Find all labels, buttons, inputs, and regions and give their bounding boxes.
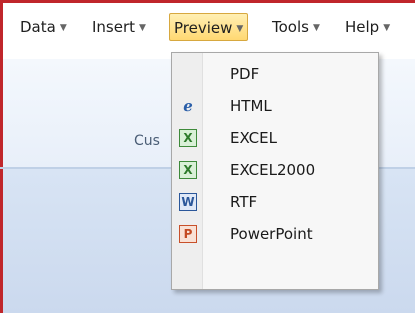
menu-insert-label: Insert [92, 18, 136, 36]
preview-dropdown-menu: PDF ℯ HTML X EXCEL X EXCEL2000 W RTF P P… [171, 52, 379, 290]
chevron-down-icon: ▼ [236, 24, 244, 34]
menu-tools-label: Tools [272, 18, 309, 36]
chevron-down-icon: ▼ [139, 23, 146, 33]
menu-item-label: PowerPoint [230, 225, 313, 243]
chevron-down-icon: ▼ [59, 23, 67, 33]
excel-icon: X [179, 129, 197, 147]
menu-item-powerpoint[interactable]: P PowerPoint [172, 218, 378, 250]
menu-preview-label: Preview [174, 19, 233, 37]
menu-insert[interactable]: Insert ▼ [88, 13, 150, 41]
html-icon: ℯ [183, 97, 193, 115]
powerpoint-icon: P [179, 225, 197, 243]
menu-item-excel[interactable]: X EXCEL [172, 122, 378, 154]
menu-item-pdf[interactable]: PDF [172, 58, 378, 90]
chevron-down-icon: ▼ [383, 23, 391, 33]
excel-icon: X [179, 161, 197, 179]
ribbon-group-label: Cus [134, 133, 160, 149]
menu-item-excel2000[interactable]: X EXCEL2000 [172, 154, 378, 186]
menu-data-label: Data [20, 18, 56, 36]
menu-item-label: EXCEL2000 [230, 161, 316, 179]
menu-item-label: PDF [230, 65, 260, 83]
menu-item-label: EXCEL [230, 129, 277, 147]
menu-item-label: HTML [230, 97, 272, 115]
word-icon: W [179, 193, 197, 211]
menu-bar: Data ▼ Insert ▼ Preview ▼ Tools ▼ Help ▼ [3, 3, 415, 59]
menu-tools[interactable]: Tools ▼ [268, 13, 324, 41]
menu-item-rtf[interactable]: W RTF [172, 186, 378, 218]
menu-help[interactable]: Help ▼ [341, 13, 394, 41]
menu-item-html[interactable]: ℯ HTML [172, 90, 378, 122]
menu-item-label: RTF [230, 193, 258, 211]
menu-help-label: Help [345, 18, 380, 36]
chevron-down-icon: ▼ [312, 23, 320, 33]
menu-data[interactable]: Data ▼ [16, 13, 71, 41]
menu-preview[interactable]: Preview ▼ [169, 13, 249, 41]
